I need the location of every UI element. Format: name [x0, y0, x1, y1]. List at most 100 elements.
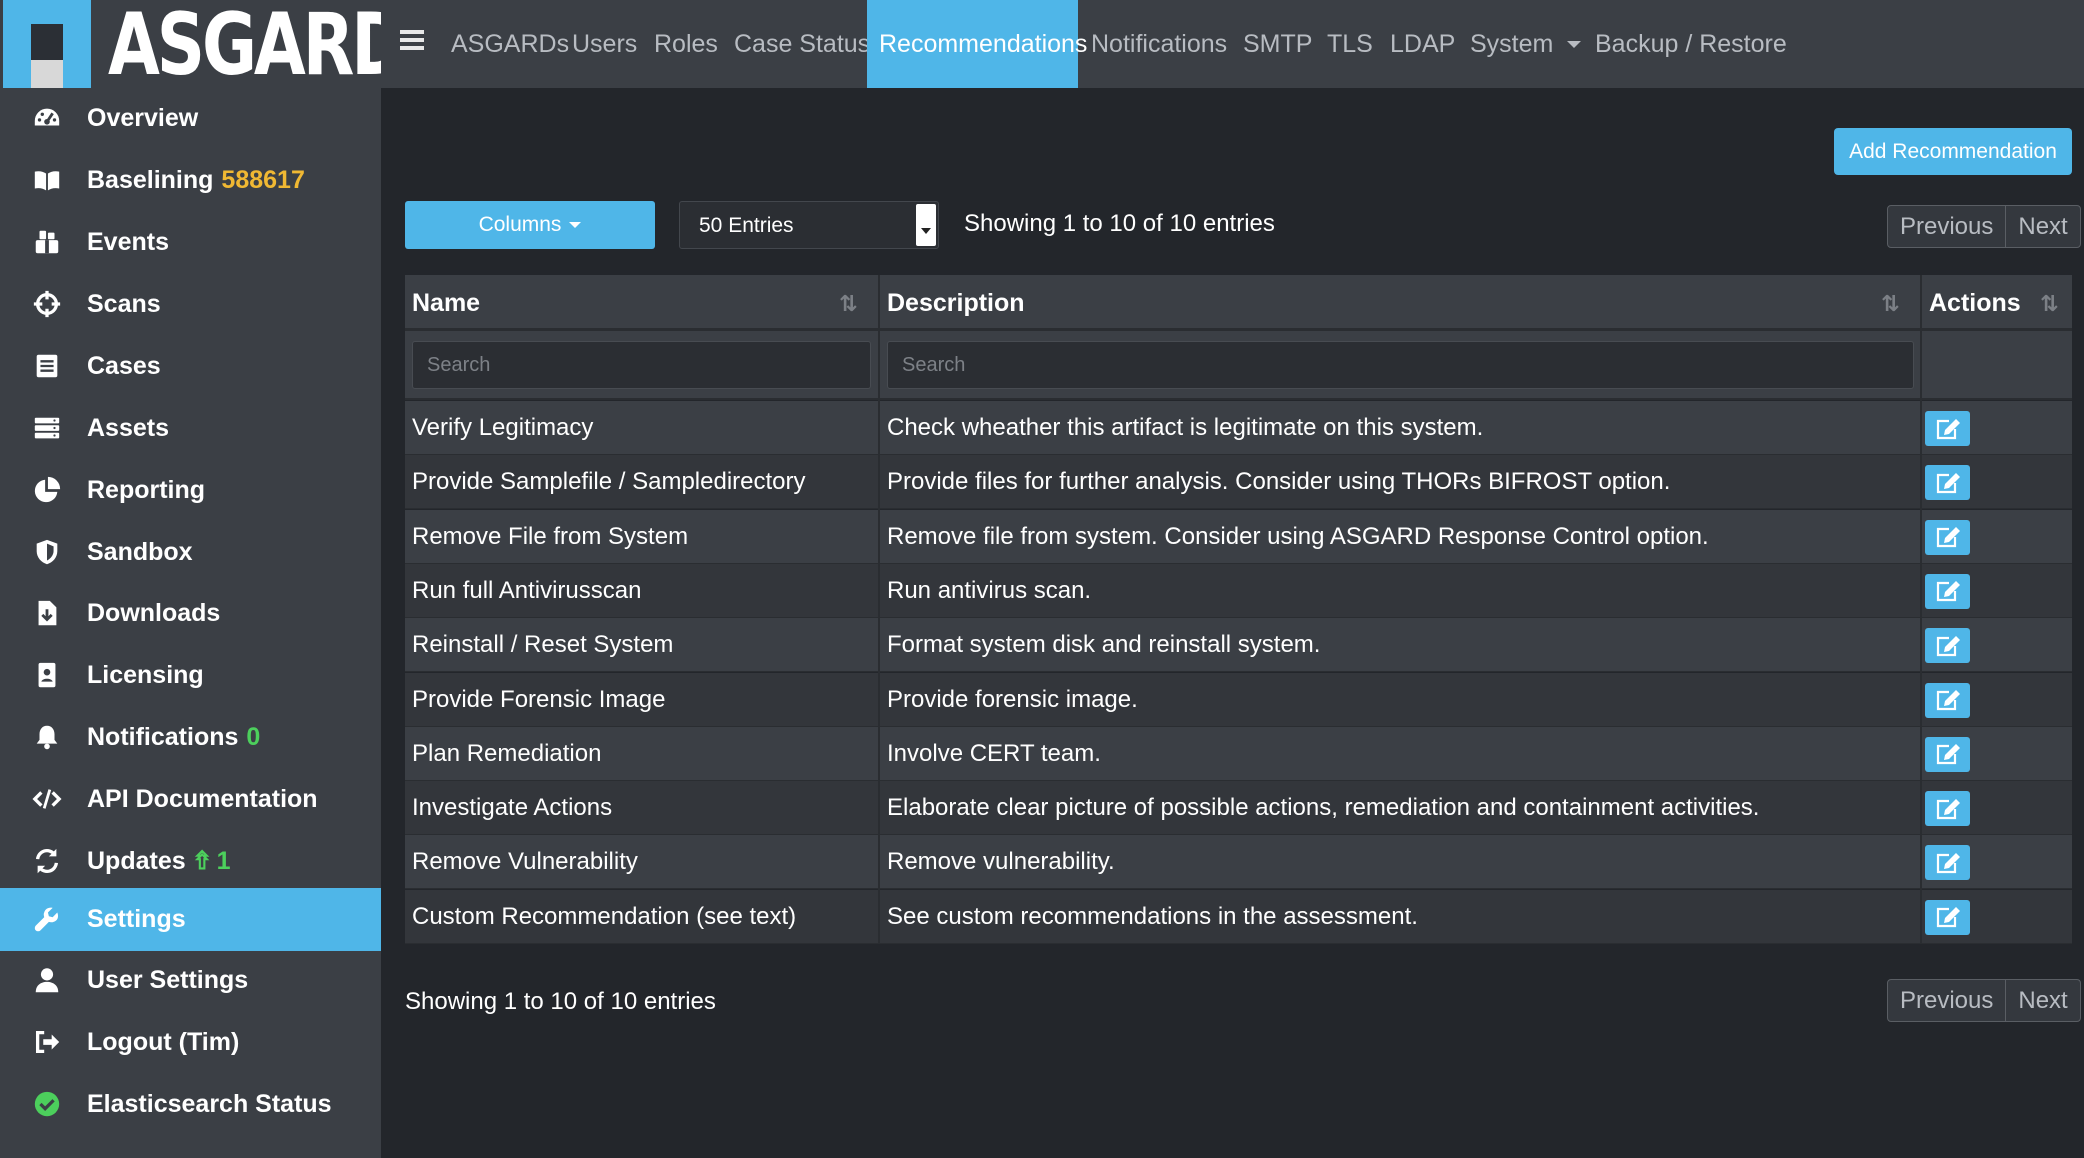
- tab-asgards[interactable]: ASGARDs: [451, 0, 569, 88]
- bell-icon: [30, 720, 64, 754]
- column-search-row: [405, 331, 2072, 400]
- cell-description: Remove file from system. Consider using …: [887, 522, 1709, 550]
- sidebar-item-assets[interactable]: Assets: [0, 397, 381, 459]
- previous-page-button[interactable]: Previous: [1888, 980, 2005, 1021]
- sidebar-item-label: Overview: [87, 103, 199, 132]
- tab-tls[interactable]: TLS: [1327, 0, 1373, 88]
- asgard-logo[interactable]: ASGARD: [0, 0, 407, 88]
- cell-name: Plan Remediation: [412, 739, 602, 767]
- sidebar-item-user-settings[interactable]: User Settings: [0, 949, 381, 1011]
- description-search-input[interactable]: [887, 341, 1914, 389]
- pie-chart-icon: [30, 473, 64, 507]
- edit-button[interactable]: [1925, 628, 1970, 664]
- table-row: Provide Forensic Image Provide forensic i…: [405, 672, 2072, 727]
- double-chevron-up-icon: ⇮: [191, 847, 213, 875]
- events-icon: [30, 225, 64, 259]
- edit-button[interactable]: [1925, 465, 1970, 501]
- edit-button[interactable]: [1925, 736, 1970, 772]
- sidebar-item-label: Cases: [87, 351, 161, 380]
- select-arrow-icon: [916, 204, 936, 246]
- cell-name: Provide Forensic Image: [412, 685, 666, 713]
- edit-icon: [1936, 744, 1960, 765]
- column-divider: [1920, 275, 1922, 943]
- edit-button[interactable]: [1925, 845, 1970, 881]
- columns-dropdown-button[interactable]: Columns: [405, 201, 655, 249]
- check-circle-icon: [30, 1087, 64, 1121]
- shield-icon: [30, 535, 64, 569]
- pagination-top: Previous Next: [1887, 205, 2081, 248]
- cell-description: Provide forensic image.: [887, 685, 1138, 713]
- edit-icon: [1936, 635, 1960, 656]
- column-divider: [878, 275, 880, 943]
- sidebar-item-label: Notifications: [87, 722, 239, 751]
- sidebar-item-logout[interactable]: Logout (Tim): [0, 1011, 381, 1073]
- sidebar-item-cases[interactable]: Cases: [0, 335, 381, 397]
- sidebar-item-sandbox[interactable]: Sandbox: [0, 521, 381, 583]
- name-search-input[interactable]: [412, 341, 871, 389]
- cell-description: Remove vulnerability.: [887, 848, 1115, 876]
- sidebar-item-label: Sandbox: [87, 537, 193, 566]
- tab-notifications[interactable]: Notifications: [1091, 0, 1227, 88]
- sidebar-item-licensing[interactable]: Licensing: [0, 644, 381, 706]
- logo-text: ASGARD: [108, 0, 407, 95]
- table-row: Remove Vulnerability Remove vulnerability…: [405, 835, 2072, 890]
- tab-recommendations[interactable]: Recommendations: [867, 0, 1087, 88]
- tab-system[interactable]: System: [1470, 0, 1582, 88]
- user-icon: [30, 963, 64, 997]
- sidebar-item-label: Scans: [87, 289, 161, 318]
- sidebar-item-label: Events: [87, 227, 169, 256]
- sidebar-item-updates[interactable]: Updates ⇮ 1: [0, 830, 381, 892]
- edit-button[interactable]: [1925, 411, 1970, 446]
- cell-description: Provide files for further analysis. Cons…: [887, 468, 1671, 496]
- sidebar-item-downloads[interactable]: Downloads: [0, 582, 381, 644]
- edit-button[interactable]: [1925, 573, 1970, 609]
- sidebar-item-label: Elasticsearch Status: [87, 1089, 332, 1118]
- sidebar-item-reporting[interactable]: Reporting: [0, 459, 381, 521]
- edit-icon: [1936, 418, 1960, 439]
- updates-count-badge: 1: [216, 847, 231, 875]
- sidebar-item-api-documentation[interactable]: API Documentation: [0, 768, 381, 830]
- tab-users[interactable]: Users: [572, 0, 637, 88]
- logo-mark-icon: [3, 0, 91, 88]
- tab-roles[interactable]: Roles: [654, 0, 718, 88]
- columns-button-label: Columns: [478, 213, 562, 236]
- column-header-description[interactable]: Description ⇅: [880, 275, 1920, 331]
- entries-select-value: 50 Entries: [699, 214, 794, 237]
- edit-button[interactable]: [1925, 519, 1970, 555]
- code-icon: [30, 782, 64, 816]
- sort-icon: ⇅: [1881, 291, 1900, 316]
- column-header-name[interactable]: Name ⇅: [405, 275, 878, 331]
- tab-ldap[interactable]: LDAP: [1390, 0, 1455, 88]
- edit-button[interactable]: [1925, 682, 1970, 718]
- sidebar-item-scans[interactable]: Scans: [0, 273, 381, 335]
- next-page-button[interactable]: Next: [2005, 206, 2079, 247]
- sidebar-item-overview[interactable]: Overview: [0, 87, 381, 149]
- edit-button[interactable]: [1925, 899, 1970, 935]
- chevron-down-icon: [1567, 40, 1582, 48]
- tab-smtp[interactable]: SMTP: [1243, 0, 1312, 88]
- sidebar-item-settings[interactable]: Settings: [0, 888, 381, 951]
- edit-button[interactable]: [1925, 791, 1970, 827]
- cell-description: Run antivirus scan.: [887, 576, 1092, 604]
- column-header-label: Name: [412, 288, 481, 317]
- edit-icon: [1936, 472, 1960, 493]
- tab-system-label: System: [1470, 29, 1554, 58]
- column-header-actions[interactable]: Actions ⇅: [1922, 275, 2072, 331]
- table-row: Provide Samplefile / Sampledirectory Prov…: [405, 455, 2072, 510]
- next-page-button[interactable]: Next: [2005, 980, 2079, 1021]
- add-recommendation-button[interactable]: Add Recommendation: [1834, 128, 2072, 175]
- hamburger-menu-icon[interactable]: [400, 30, 424, 54]
- logout-icon: [30, 1025, 64, 1059]
- sidebar-item-baselining[interactable]: Baselining 588617: [0, 149, 381, 211]
- tab-backup-restore[interactable]: Backup / Restore: [1595, 0, 1787, 88]
- table-row: Custom Recommendation (see text) See cust…: [405, 889, 2072, 944]
- sidebar-item-events[interactable]: Events: [0, 211, 381, 273]
- sidebar-item-notifications[interactable]: Notifications 0: [0, 706, 381, 768]
- sidebar-item-label: Reporting: [87, 475, 206, 504]
- previous-page-button[interactable]: Previous: [1888, 206, 2005, 247]
- wrench-icon: [30, 903, 64, 937]
- cell-description: Check wheather this artifact is legitima…: [887, 414, 1484, 441]
- sidebar-item-elasticsearch-status[interactable]: Elasticsearch Status: [0, 1073, 381, 1135]
- entries-per-page-select[interactable]: 50 Entries: [679, 201, 939, 249]
- tab-case-status[interactable]: Case Status: [734, 0, 870, 88]
